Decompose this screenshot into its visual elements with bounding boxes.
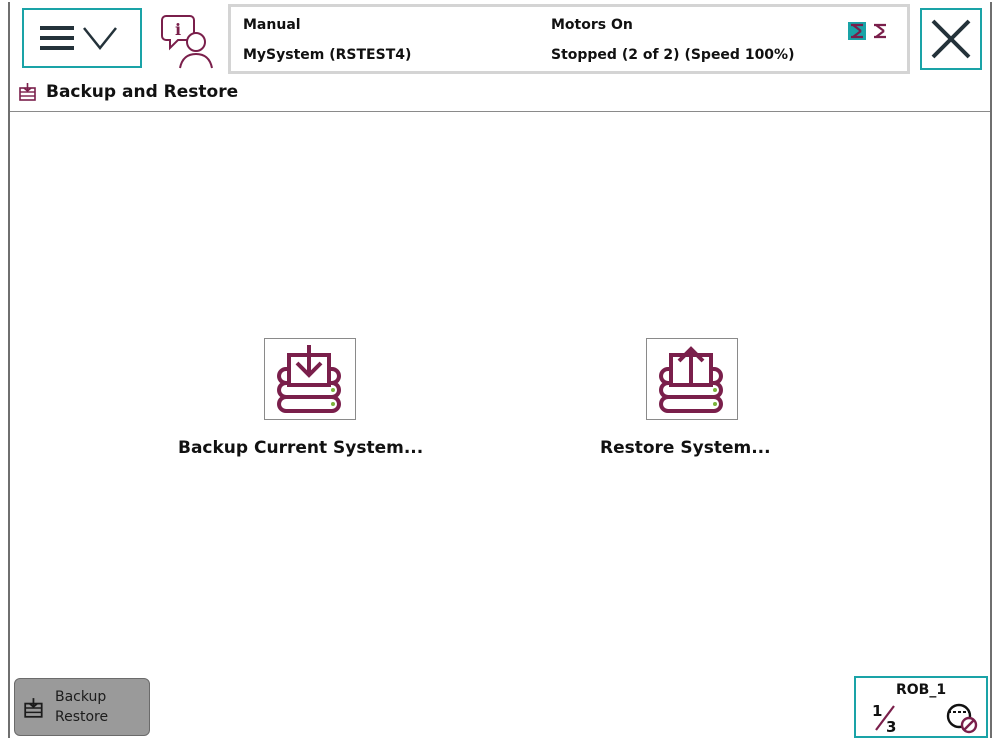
program-state: Stopped (2 of 2) (Speed 100%): [551, 47, 795, 63]
svg-text:1: 1: [872, 702, 882, 720]
status-panel[interactable]: Manual MySystem (RSTEST4) Motors On Stop…: [228, 4, 910, 74]
event-info-icon: i: [161, 15, 213, 69]
backup-restore-icon: [24, 698, 43, 718]
backup-current-system-label[interactable]: Backup Current System...: [178, 438, 423, 458]
svg-text:3: 3: [886, 718, 896, 734]
operating-mode: Manual: [243, 17, 301, 33]
svg-text:i: i: [175, 20, 181, 39]
restore-system-button[interactable]: [646, 338, 738, 420]
event-info-button[interactable]: i: [158, 10, 222, 72]
mechanical-units-icon: [848, 22, 886, 40]
top-bar: i Manual MySystem (RSTEST4) Motors On St…: [10, 4, 990, 76]
close-button[interactable]: [920, 8, 982, 70]
coordinate-system-icon: [946, 703, 978, 734]
mechanical-unit-label: ROB_1: [896, 682, 947, 698]
backup-download-icon: [277, 345, 341, 413]
increment-icon: 1 3: [872, 702, 896, 734]
main-menu-button[interactable]: [22, 8, 142, 68]
backup-restore-icon: [19, 83, 36, 101]
backup-current-system-button[interactable]: [264, 338, 356, 420]
motors-state: Motors On: [551, 17, 633, 33]
taskbar-backup-restore[interactable]: Backup Restore: [14, 678, 150, 736]
close-icon: [931, 19, 971, 59]
app-frame: [8, 2, 992, 738]
restore-system-label[interactable]: Restore System...: [600, 438, 771, 458]
taskbar-label-line2: Restore: [55, 709, 109, 725]
page-title: Backup and Restore: [46, 82, 239, 102]
quickset-button[interactable]: ROB_1 1 3: [854, 676, 988, 738]
taskbar-label-line1: Backup: [55, 689, 107, 705]
system-name: MySystem (RSTEST4): [243, 47, 412, 63]
title-bar: Backup and Restore: [10, 76, 990, 112]
hamburger-chevron-icon: [40, 26, 117, 51]
restore-upload-icon: [659, 346, 723, 413]
